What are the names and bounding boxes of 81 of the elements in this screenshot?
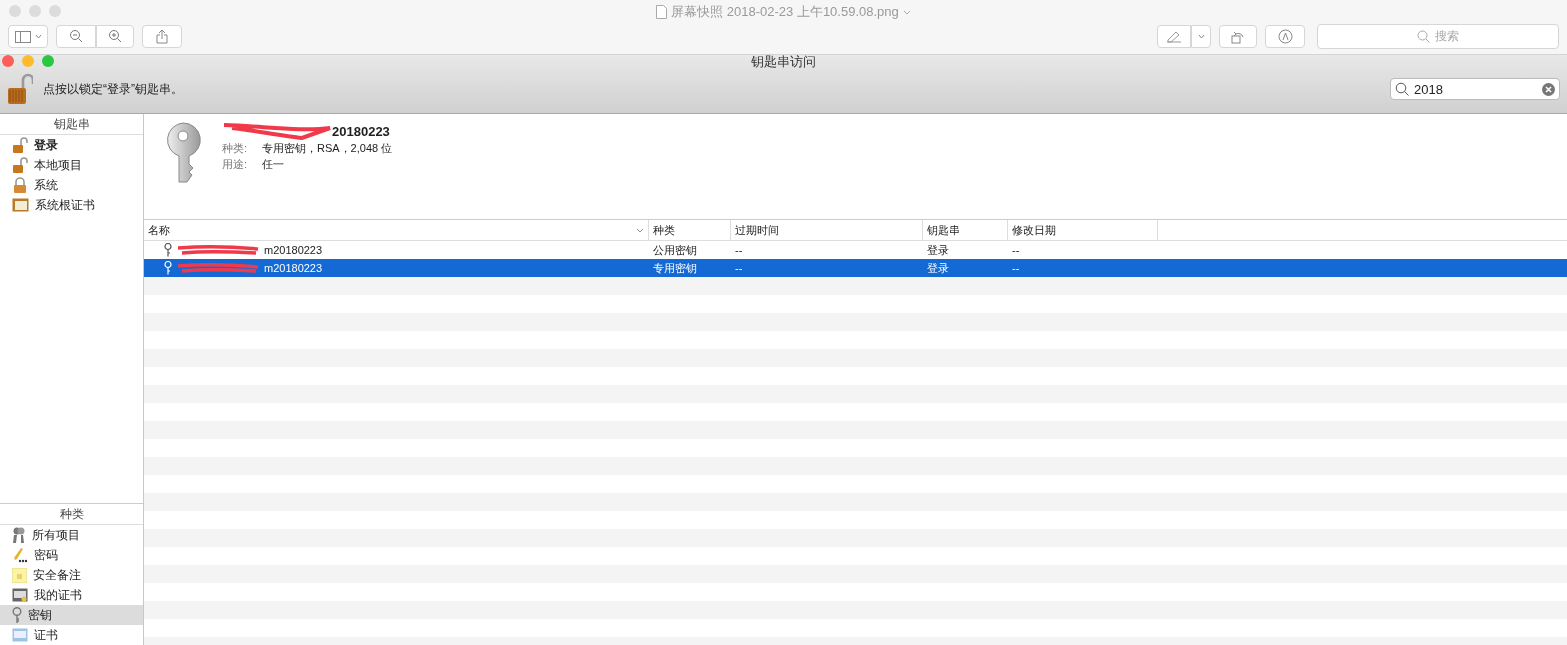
markup-icon [1277, 29, 1293, 44]
open-lock-icon [12, 136, 28, 154]
note-icon [12, 567, 27, 583]
table-cell-text: -- [1011, 262, 1021, 274]
document-icon [656, 5, 668, 19]
sidebar-item[interactable]: 证书 [0, 625, 143, 645]
column-header[interactable]: 过期时间 [731, 220, 923, 240]
table-row[interactable]: m20180223 专用密钥 -- 登录 -- [144, 259, 1567, 277]
field-label: 种类: [222, 140, 249, 156]
table-row[interactable]: m20180223 公用密钥 -- 登录 -- [144, 241, 1567, 259]
sidebar-item[interactable]: 系统 [0, 175, 143, 195]
sidebar-item[interactable]: 安全备注 [0, 565, 143, 585]
share-button[interactable] [142, 25, 182, 48]
zoom-in-icon [107, 29, 123, 44]
chevron-down-icon [902, 9, 911, 15]
column-header[interactable]: 种类 [649, 220, 731, 240]
field-value: 任一 [262, 156, 284, 172]
pencil-dots-icon [12, 547, 28, 563]
sidebar-item[interactable]: 密码 [0, 545, 143, 565]
window-title: 钥匙串访问 [751, 55, 816, 69]
zoom-out-icon [68, 29, 84, 44]
sidebar-icon [14, 30, 31, 43]
lock-message: 点按以锁定“登录”钥匙串。 [43, 80, 183, 98]
pen-icon [1166, 30, 1182, 43]
table-cell-text: 登录 [926, 242, 950, 258]
table-cell-text: 公用密钥 [652, 242, 698, 258]
sidebar-item[interactable]: 我的证书 [0, 585, 143, 605]
table-cell-text: -- [734, 262, 744, 274]
keys-icon [12, 527, 26, 543]
column-header[interactable]: 修改日期 [1008, 220, 1158, 240]
field-label: 用途: [222, 156, 249, 172]
window-title: 屏幕快照 2018-02-23 上午10.59.08.png [671, 3, 899, 21]
sidebar-item[interactable]: 系统根证书 [0, 195, 143, 215]
markup-button[interactable] [1265, 25, 1305, 48]
certificate-icon [12, 198, 29, 212]
item-title: 20180223 [332, 123, 390, 139]
zoom-out-button[interactable] [56, 25, 96, 48]
column-header[interactable]: 名称 [144, 220, 649, 240]
search-icon [1417, 30, 1430, 43]
zoom-in-button[interactable] [96, 25, 134, 48]
key-icon [164, 261, 172, 275]
sidebar-item[interactable]: 所有项目 [0, 525, 143, 545]
table-cell-text: -- [1011, 244, 1021, 256]
search-field[interactable]: 2018 [1390, 78, 1560, 100]
open-lock-icon[interactable] [7, 73, 33, 105]
minimize-button[interactable] [29, 5, 41, 17]
share-icon [156, 29, 168, 44]
certificate-icon [12, 588, 28, 602]
section-header: 种类 [0, 504, 143, 525]
key-icon [12, 606, 22, 624]
zoom-button[interactable] [42, 55, 54, 67]
close-button[interactable] [9, 5, 21, 17]
field-value: 专用密钥，RSA，2,048 位 [262, 140, 393, 156]
search-icon [1395, 82, 1409, 96]
minimize-button[interactable] [22, 55, 34, 67]
sidebar-item[interactable]: 登录 [0, 135, 143, 155]
sidebar-item[interactable]: 密钥 [0, 605, 143, 625]
open-lock-icon [12, 156, 28, 174]
chevron-down-icon [636, 227, 644, 233]
table-cell-text: -- [734, 244, 744, 256]
chevron-down-icon [1197, 34, 1205, 39]
table-cell-text: 专用密钥 [652, 260, 698, 276]
markup-pen-button[interactable] [1157, 25, 1191, 48]
section-header: 钥匙串 [0, 114, 143, 135]
chevron-down-icon [34, 34, 42, 39]
column-header[interactable]: 钥匙串 [923, 220, 1008, 240]
rotate-button[interactable] [1219, 25, 1257, 48]
lock-icon [12, 176, 28, 194]
close-button[interactable] [2, 55, 14, 67]
table-cell: m20180223 [264, 262, 323, 274]
certificate-icon [12, 628, 28, 642]
clear-icon[interactable] [1542, 82, 1555, 96]
table-cell-text: 登录 [926, 260, 950, 276]
sidebar-toggle-button[interactable] [8, 25, 48, 48]
key-icon [164, 243, 172, 257]
sidebar-item[interactable]: 本地项目 [0, 155, 143, 175]
dropdown-button[interactable] [1191, 25, 1211, 48]
table-cell: m20180223 [264, 244, 323, 256]
rotate-icon [1231, 29, 1245, 44]
key-icon [164, 122, 202, 184]
zoom-button[interactable] [49, 5, 61, 17]
